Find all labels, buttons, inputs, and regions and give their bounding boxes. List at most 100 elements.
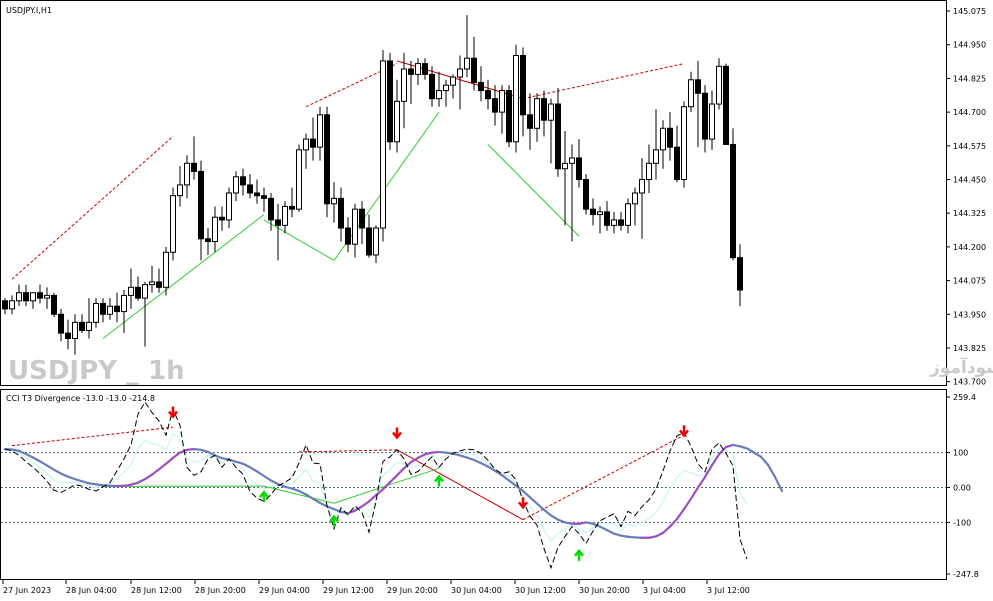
bullish-candle <box>394 100 400 143</box>
indicator-tick-label: 100 <box>953 449 968 458</box>
bullish-candle <box>128 286 134 296</box>
bearish-candle <box>247 184 253 194</box>
bullish-candle <box>184 162 190 186</box>
price-axis: 145.075 144.950 144.825 144.700 144.575 144.4… <box>946 7 986 387</box>
bearish-candle <box>275 219 281 226</box>
bullish-candle <box>401 68 407 102</box>
bullish-candle <box>534 98 540 129</box>
bearish-candle <box>541 98 547 121</box>
bullish-candle <box>688 79 694 108</box>
bearish-candle <box>261 195 267 199</box>
bullish-candle <box>163 251 169 288</box>
bullish-candle <box>121 294 127 313</box>
bullish-candle <box>107 305 113 315</box>
bullish-candle <box>86 321 92 331</box>
bearish-candle <box>198 170 204 240</box>
watermark-left: USDJPY _ 1h <box>8 356 185 386</box>
bearish-candle <box>205 238 211 242</box>
bearish-candle <box>576 157 582 181</box>
price-tick-label: 143.950 <box>953 310 986 319</box>
bullish-candle <box>597 211 603 216</box>
bullish-candle <box>170 195 176 253</box>
bullish-candle <box>30 292 36 302</box>
bullish-candle <box>513 55 519 143</box>
bearish-candle <box>219 216 225 221</box>
price-tick-label: 144.200 <box>953 243 986 252</box>
bearish-candle <box>51 294 57 315</box>
bearish-candle <box>674 146 680 181</box>
bearish-candle <box>604 211 610 226</box>
bullish-candle <box>72 321 78 340</box>
bearish-candle <box>65 332 71 340</box>
bearish-candle <box>191 162 197 172</box>
bearish-candle <box>2 300 8 310</box>
bullish-candle <box>352 208 358 245</box>
bullish-candle <box>303 138 309 151</box>
bullish-candle <box>625 203 631 226</box>
bullish-candle <box>226 192 232 221</box>
bearish-candle <box>583 179 589 210</box>
bullish-candle <box>569 157 575 164</box>
indicator-tick-label: -247.8 <box>953 570 979 579</box>
bullish-candle <box>646 162 652 181</box>
bearish-candle <box>359 208 365 229</box>
bullish-candle <box>709 103 715 140</box>
bullish-candle <box>436 90 442 100</box>
time-tick-label: 29 Jun 04:00 <box>259 586 310 595</box>
bearish-candle <box>58 313 64 334</box>
time-tick-label: 3 Jul 12:00 <box>707 586 750 595</box>
bullish-candle <box>317 114 323 148</box>
bullish-candle <box>380 60 386 229</box>
bearish-candle <box>618 219 624 226</box>
price-tick-label: 144.575 <box>953 142 986 151</box>
price-tick-label: 144.075 <box>953 277 986 286</box>
bullish-candle <box>9 300 15 310</box>
bearish-candle <box>422 63 428 75</box>
bearish-candle <box>156 281 162 288</box>
price-tick-label: 143.700 <box>953 378 986 387</box>
bullish-candle <box>443 84 449 92</box>
time-tick-label: 3 Jul 04:00 <box>643 586 686 595</box>
price-tick-label: 144.825 <box>953 74 986 83</box>
bullish-candle <box>562 162 568 170</box>
bullish-candle <box>632 192 638 205</box>
bearish-candle <box>289 205 295 210</box>
bearish-candle <box>555 103 561 170</box>
bullish-candle <box>282 205 288 226</box>
bearish-candle <box>79 321 85 331</box>
indicator-panel-frame <box>0 389 947 580</box>
bullish-candle <box>331 197 337 205</box>
bearish-candle <box>310 138 316 148</box>
time-axis: 27 Jun 2023 28 Jun 04:00 28 Jun 12:00 28 Ju… <box>2 580 750 595</box>
bearish-candle <box>366 227 372 256</box>
bearish-candle <box>695 79 701 94</box>
bullish-candle <box>464 57 470 70</box>
bearish-candle <box>667 127 673 148</box>
bullish-candle <box>296 149 302 210</box>
bearish-candle <box>135 286 141 299</box>
bearish-candle <box>345 227 351 245</box>
time-tick-label: 27 Jun 2023 <box>3 586 51 595</box>
bearish-candle <box>114 305 120 313</box>
bullish-candle <box>450 76 456 86</box>
indicator-tick-label: -100 <box>953 518 971 527</box>
time-tick-label: 28 Jun 20:00 <box>195 586 246 595</box>
bullish-candle <box>457 68 463 78</box>
bullish-candle <box>653 149 659 164</box>
bearish-candle <box>23 292 29 302</box>
bullish-candle <box>93 302 99 323</box>
bearish-candle <box>268 197 274 221</box>
indicator-title: CCI T3 Divergence -13.0 -13.0 -214.8 <box>6 394 155 403</box>
bearish-candle <box>737 257 743 291</box>
bearish-candle <box>590 208 596 216</box>
bearish-candle <box>100 302 106 315</box>
bearish-candle <box>723 65 729 145</box>
price-tick-label: 144.450 <box>953 176 986 185</box>
time-tick-label: 30 Jun 04:00 <box>451 586 502 595</box>
bullish-candle <box>16 292 22 302</box>
bullish-candle <box>611 219 617 226</box>
bearish-candle <box>492 98 498 113</box>
price-tick-label: 143.825 <box>953 344 986 353</box>
bullish-candle <box>548 103 554 121</box>
bearish-candle <box>387 60 393 143</box>
